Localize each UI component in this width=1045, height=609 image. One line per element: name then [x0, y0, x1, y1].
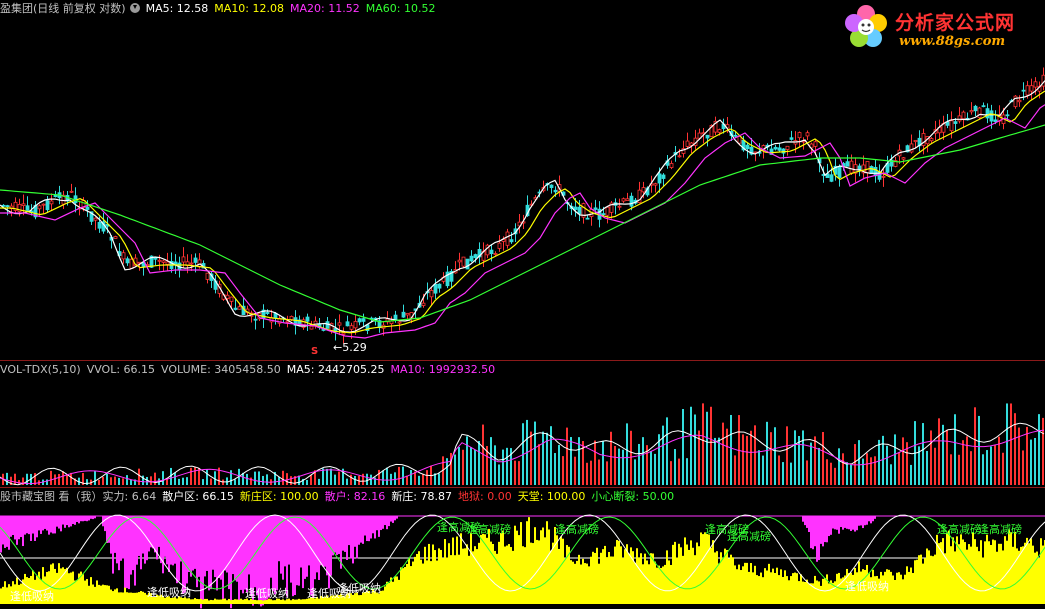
new-dealer-readout: 新庄: 78.87: [391, 490, 453, 503]
retail-readout: 散户: 82.16: [324, 490, 386, 503]
ma10-line: [0, 90, 1045, 334]
vvol-readout: VVOL: 66.15: [86, 363, 156, 376]
vol-ma5-readout: MA5: 2442705.25: [286, 363, 385, 376]
ma20-readout: MA20: 11.52: [290, 2, 360, 15]
buy-low-label: 逢低吸纳: [245, 587, 289, 600]
ma5-readout: MA5: 12.58: [145, 2, 209, 15]
logo-url: www.88gs.com: [899, 34, 1006, 49]
settings-gear-icon[interactable]: [129, 3, 140, 13]
retail-zone-readout: 散户区: 66.15: [162, 490, 234, 503]
arrow-left-icon: ←: [333, 341, 343, 354]
buy-low-label: 逢低吸纳: [10, 590, 54, 603]
low-price-value: 5.29: [342, 341, 367, 354]
vol-indicator-name: VOL-TDX(5,10): [0, 363, 81, 376]
indicator-name: 股市藏宝图 看（我）实力: 6.64: [0, 490, 157, 503]
candlestick-chart[interactable]: [0, 0, 1045, 360]
low-point-marker: S: [311, 346, 319, 357]
indicator-header: 股市藏宝图 看（我）实力: 6.64 散户区: 66.15 新庄区: 100.00 散…: [0, 489, 680, 504]
break-warning-readout: 小心断裂: 50.00: [591, 490, 675, 503]
price-header: 盈集团(日线 前复权 对数) MA5: 12.58 MA10: 12.08 MA20:…: [0, 1, 441, 16]
volume-chart[interactable]: [0, 361, 1045, 487]
volume-readout: VOLUME: 3405458.50: [161, 363, 281, 376]
vol-ma10-readout: MA10: 1992932.50: [390, 363, 496, 376]
ma5-line: [0, 80, 1045, 333]
sell-high-label: 逢高减磅: [467, 523, 511, 536]
indicator-chart-panel[interactable]: 股市藏宝图 看（我）实力: 6.64 散户区: 66.15 新庄区: 100.00 散…: [0, 488, 1045, 609]
heaven-readout: 天堂: 100.00: [517, 490, 586, 503]
new-dealer-zone-readout: 新庄区: 100.00: [239, 490, 319, 503]
sell-high-label: 逢高减磅: [937, 523, 981, 536]
logo-title: 分析家公式网: [895, 12, 1016, 34]
sell-high-label: 逢高减磅: [555, 523, 599, 536]
volume-header: VOL-TDX(5,10) VVOL: 66.15 VOLUME: 3405458.…: [0, 362, 501, 377]
buy-low-label: 逢低吸纳: [147, 586, 191, 599]
ma60-readout: MA60: 10.52: [365, 2, 436, 15]
stock-title: 盈集团(日线 前复权 对数): [0, 2, 126, 15]
flower-icon: [845, 5, 887, 47]
hell-readout: 地狱: 0.00: [458, 490, 512, 503]
site-logo: 分析家公式网 www.88gs.com: [837, 2, 1037, 54]
sell-high-label: 逢高减磅: [727, 530, 771, 543]
ma10-readout: MA10: 12.08: [214, 2, 285, 15]
buy-low-label: 逢低吸纳: [845, 580, 889, 593]
candles-group: [1, 67, 1045, 344]
ma60-line: [0, 124, 1045, 323]
low-price-label: ←5.29: [333, 341, 367, 354]
volume-chart-panel[interactable]: VOL-TDX(5,10) VVOL: 66.15 VOLUME: 3405458.…: [0, 361, 1045, 487]
buy-low-label: 逢低吸纳: [337, 582, 381, 595]
price-chart-panel[interactable]: 盈集团(日线 前复权 对数) MA5: 12.58 MA10: 12.08 MA20:…: [0, 0, 1045, 360]
sell-high-label: 逢高减磅: [978, 523, 1022, 536]
